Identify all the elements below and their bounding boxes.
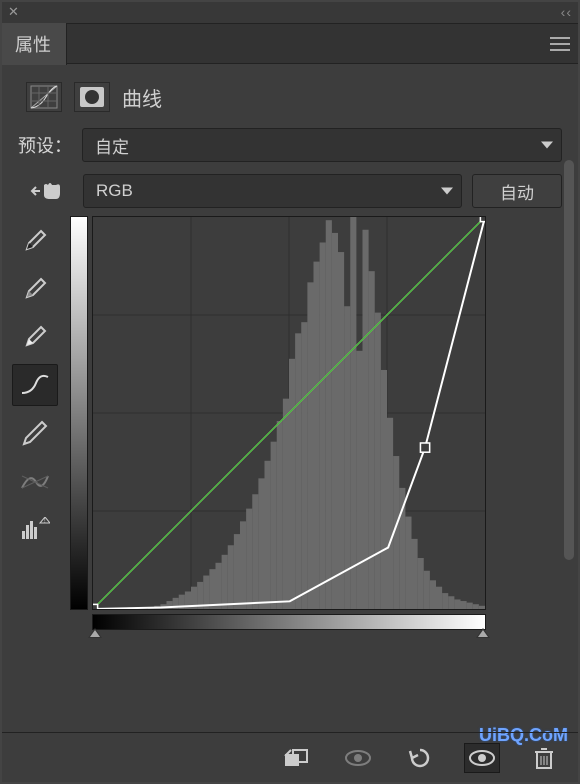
panel-titlebar: ✕ ‹‹ (0, 0, 580, 24)
preset-value: 自定 (95, 133, 129, 158)
smooth-icon[interactable] (12, 460, 58, 502)
clip-visibility-icon[interactable] (278, 743, 314, 773)
channel-select[interactable]: RGB (83, 174, 462, 208)
collapse-icon[interactable]: ‹‹ (561, 4, 572, 20)
histogram-warning-icon[interactable]: ! (12, 508, 58, 550)
chevron-down-icon (541, 142, 553, 149)
adjustment-type-row: 曲线 (0, 64, 580, 122)
preset-label: 预设： (18, 132, 72, 158)
channel-row: RGB 自动 (0, 168, 580, 216)
black-point-eyedropper-icon[interactable] (12, 220, 58, 262)
mask-icon[interactable] (74, 82, 110, 112)
chevron-down-icon (441, 188, 453, 195)
channel-value: RGB (96, 181, 133, 201)
visibility-icon[interactable] (340, 743, 376, 773)
preset-select[interactable]: 自定 (82, 128, 562, 162)
delete-icon[interactable] (526, 743, 562, 773)
output-gradient (70, 216, 88, 610)
curve-edit-icon[interactable] (12, 364, 58, 406)
gray-point-eyedropper-icon[interactable] (12, 268, 58, 310)
finger-adjust-icon[interactable] (18, 174, 73, 208)
auto-button[interactable]: 自动 (472, 174, 562, 208)
curves-icon[interactable] (26, 82, 62, 112)
svg-text:!: ! (44, 519, 46, 525)
footer-bar (0, 732, 580, 776)
curves-graph[interactable] (92, 216, 486, 610)
panel-scrollbar[interactable] (564, 160, 574, 560)
black-slider[interactable] (88, 628, 102, 638)
pencil-icon[interactable] (12, 412, 58, 454)
preview-icon[interactable] (464, 743, 500, 773)
tab-properties[interactable]: 属性 (0, 23, 67, 65)
adjustment-title: 曲线 (122, 83, 162, 112)
white-point-eyedropper-icon[interactable] (12, 316, 58, 358)
white-slider[interactable] (476, 628, 490, 638)
curves-main: ! (0, 216, 580, 630)
input-gradient (92, 614, 486, 630)
tool-column: ! (12, 216, 64, 630)
reset-icon[interactable] (402, 743, 438, 773)
close-icon[interactable]: ✕ (8, 4, 19, 20)
tab-row: 属性 (0, 24, 580, 64)
panel-menu-icon[interactable] (550, 36, 570, 52)
preset-row: 预设： 自定 (0, 122, 580, 168)
curves-graph-wrap (70, 216, 564, 630)
